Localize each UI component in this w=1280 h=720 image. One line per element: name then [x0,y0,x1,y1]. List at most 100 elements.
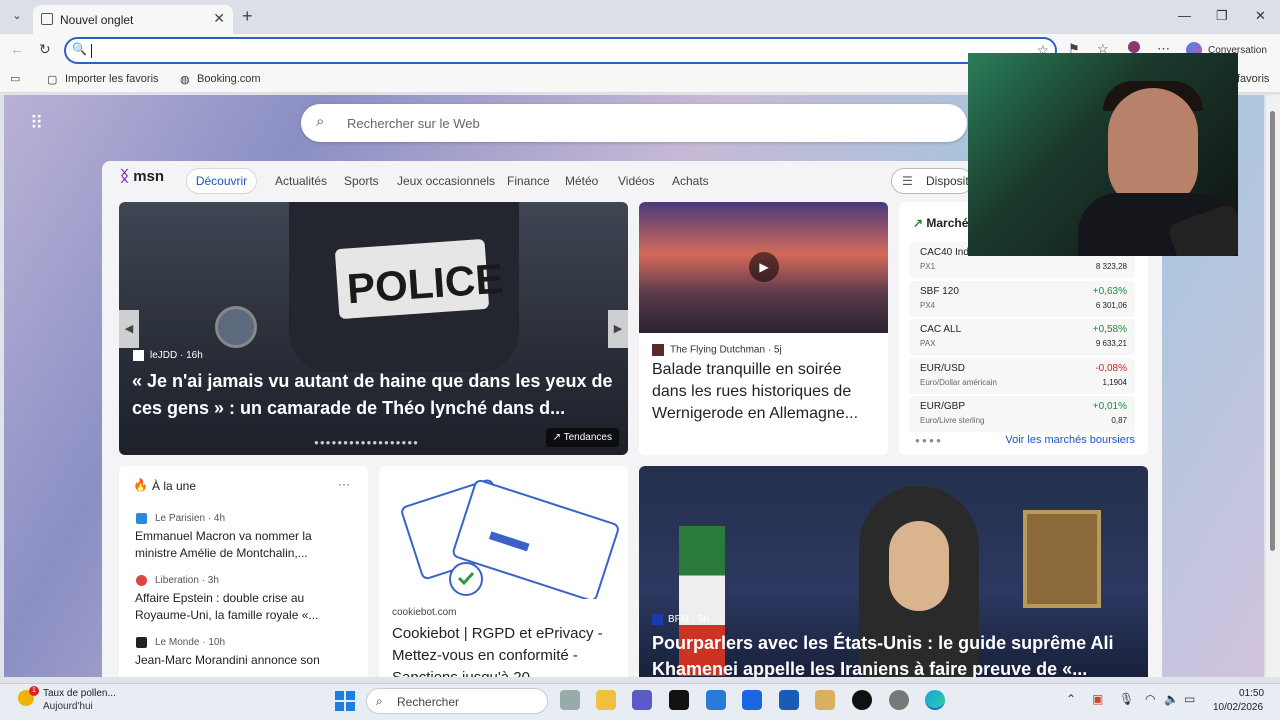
tab-videos[interactable]: Vidéos [618,174,654,188]
market-row[interactable]: EUR/USD Euro/Dollar américain -0,08% 1,1904 [909,358,1135,394]
butterfly-icon: ᛝ [120,168,130,185]
favorites-toggle-icon[interactable]: ▭ [10,72,20,85]
tab-sports[interactable]: Sports [344,174,379,188]
new-tab-button[interactable]: + [242,6,253,27]
refresh-icon[interactable]: ↻ [39,41,51,58]
market-name: CAC40 Ind [920,247,969,258]
video-age: 5j [773,344,782,356]
tab-finance[interactable]: Finance [507,174,550,188]
tradingview-icon[interactable] [669,690,689,710]
chatgpt-icon[interactable] [889,690,909,710]
edge-icon[interactable] [925,690,945,710]
tab-actualites[interactable]: Actualités [275,174,327,188]
clock-time: 01:50 [1239,688,1265,699]
microphone-tray-icon[interactable]: 🎙 [1119,692,1134,706]
hero-source[interactable]: leJDD · 16h [133,350,203,361]
market-change: +0,01% [1092,401,1127,412]
more-options-icon[interactable]: ··· [338,477,350,491]
video-card[interactable]: ▶ The Flying Dutchman · 5j Balade tranqu… [639,202,888,455]
volume-icon[interactable]: 🔈 [1164,692,1179,706]
market-name: EUR/USD [920,363,966,374]
story-title[interactable]: Jean-Marc Morandini annonce son [135,652,357,669]
market-value: 9 633,21 [1095,339,1127,348]
carousel-prev-icon[interactable]: ◀ [119,310,139,348]
other-favorites[interactable]: favoris [1237,73,1269,85]
scrollbar-thumb[interactable] [1270,111,1275,551]
back-icon[interactable]: ← [10,41,24,57]
tab-jeux[interactable]: Jeux occasionnels [397,174,495,188]
ad-card[interactable]: cookiebot.com Cookiebot | RGPD et ePriva… [379,466,628,677]
battery-icon[interactable]: ▭ [1184,692,1195,706]
ad-title[interactable]: Cookiebot | RGPD et ePrivacy - Mettez-vo… [392,623,620,677]
tiktok-icon[interactable] [852,690,872,710]
clock-date: 10/02/2026 [1213,702,1264,713]
markets-pager-dots[interactable]: ● ● ● ● [915,436,941,445]
market-row[interactable]: EUR/GBP Euro/Livre sterling +0,01% 0,87 [909,396,1135,432]
favorite-import[interactable]: Importer les favoris [65,73,159,85]
tab-meteo[interactable]: Météo [565,174,598,188]
personalize-label: Disposit [926,174,969,188]
file-explorer-icon[interactable] [596,690,616,710]
hero-carousel[interactable]: POLICE leJDD · 16h « Je n'ai jamais vu a… [119,202,628,455]
page-scrollbar[interactable] [1266,95,1280,677]
story-title[interactable]: Emmanuel Macron va nommer la ministre Am… [135,528,357,562]
tab-new-tab[interactable]: Nouvel onglet ✕ [33,5,233,34]
carousel-next-icon[interactable]: ▶ [608,310,628,348]
task-view-icon[interactable] [560,690,580,710]
portrait-frame [1023,510,1101,608]
wifi-icon[interactable]: ◠ [1145,692,1155,706]
tab-decouvrir[interactable]: Découvrir [186,168,257,194]
webcam-overlay [968,53,1238,256]
profile-icon[interactable] [1128,41,1140,53]
tab-actions-chevron-icon[interactable]: ⌄ [8,9,26,27]
trending-badge[interactable]: ↗ Tendances [545,428,619,447]
tab-achats[interactable]: Achats [672,174,709,188]
market-row[interactable]: CAC ALL PAX +0,58% 9 633,21 [909,319,1135,355]
market-symbol: Euro/Dollar américain [920,378,997,387]
outlook-mail-icon[interactable] [706,690,726,710]
video-title[interactable]: Balade tranquille en soirée dans les rue… [652,359,880,425]
address-bar[interactable]: 🔍 ☆ [64,37,1057,64]
web-search-box[interactable]: ⌕ Rechercher sur le Web [301,104,967,142]
play-icon[interactable]: ▶ [749,252,779,282]
markets-header[interactable]: ↗ Marché [913,216,968,230]
close-window-icon[interactable]: ✕ [1255,8,1266,24]
weather-subtitle[interactable]: Aujourd'hui [43,701,93,712]
minimize-icon[interactable]: — [1178,8,1191,23]
teams-icon[interactable] [632,690,652,710]
chart-up-icon: ↗ [913,216,927,230]
maximize-icon[interactable]: ❐ [1216,8,1228,24]
close-tab-icon[interactable]: ✕ [213,10,225,27]
big-news-card[interactable]: BFM · 9h Pourparlers avec les États-Unis… [639,466,1148,677]
story-source: Liberation · 3h [155,575,219,586]
story-title[interactable]: Affaire Epstein : double crise au Royaum… [135,590,357,624]
taskbar-search[interactable]: ⌕ Rechercher [366,688,548,714]
carousel-dots[interactable]: ●●●●●●●●●●●●●●●●●● [314,438,419,447]
market-row[interactable]: SBF 120 PX4 +0,63% 6 301,06 [909,281,1135,317]
hero-age: 16h [186,350,203,362]
markets-more-link[interactable]: Voir les marchés boursiers [1005,434,1135,446]
favorite-booking[interactable]: Booking.com [197,73,261,85]
story-source: Le Monde · 10h [155,637,226,648]
weather-title[interactable]: Taux de pollen... [43,688,116,699]
market-name: EUR/GBP [920,401,966,412]
big-news-title[interactable]: Pourparlers avec les États-Unis : le gui… [652,630,1137,677]
search-icon: 🔍 [72,42,87,56]
hero-title[interactable]: « Je n'ai jamais vu autant de haine que … [132,368,617,422]
tray-app-icon[interactable]: ▣ [1092,692,1103,706]
dropbox-icon[interactable] [742,690,762,710]
folder-app-icon[interactable] [815,690,835,710]
big-news-source: BFM · 9h [652,614,709,625]
top-stories-title[interactable]: À la une [152,479,196,493]
le-parisien-icon [136,513,147,524]
webcam-face [1108,88,1198,208]
msn-logo[interactable]: ᛝ msn [120,168,164,185]
apps-grid-icon[interactable]: ⠿ [30,113,50,133]
windows-start-icon[interactable] [335,691,355,711]
personalize-button[interactable]: ☰ Disposit [891,168,973,194]
market-value: 8 323,28 [1095,262,1127,271]
big-news-age: 9h [698,614,710,626]
outlook-icon[interactable] [779,690,799,710]
market-change: +0,58% [1092,324,1127,335]
tray-chevron-icon[interactable]: ⌃ [1066,692,1076,706]
